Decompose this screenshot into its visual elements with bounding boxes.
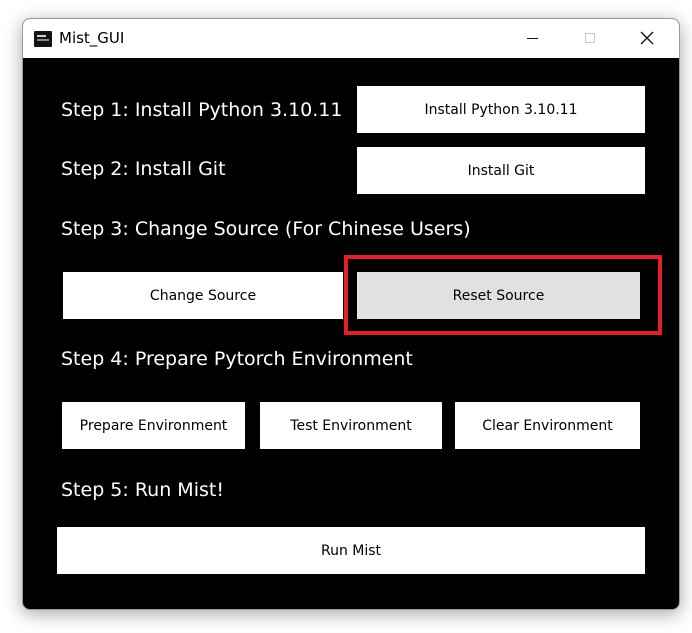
- reset-source-button[interactable]: Reset Source: [357, 272, 640, 319]
- step4-label: Step 4: Prepare Pytorch Environment: [61, 348, 413, 370]
- step5-label: Step 5: Run Mist!: [61, 479, 224, 501]
- clear-environment-button[interactable]: Clear Environment: [455, 402, 640, 449]
- install-git-button[interactable]: Install Git: [357, 147, 645, 194]
- step3-label: Step 3: Change Source (For Chinese Users…: [61, 218, 471, 240]
- app-icon: [34, 31, 52, 47]
- test-environment-button[interactable]: Test Environment: [260, 402, 442, 449]
- mist-gui-window: Mist_GUI Step 1: Install Python 3.10.11 …: [22, 18, 680, 610]
- run-mist-button[interactable]: Run Mist: [57, 527, 645, 574]
- step2-label: Step 2: Install Git: [61, 158, 226, 180]
- step1-label: Step 1: Install Python 3.10.11: [61, 99, 343, 121]
- title-bar[interactable]: Mist_GUI: [23, 19, 679, 58]
- close-button[interactable]: [619, 19, 677, 58]
- close-icon: [640, 31, 654, 45]
- window-title: Mist_GUI: [59, 29, 125, 47]
- minimize-button[interactable]: [503, 19, 561, 58]
- install-python-button[interactable]: Install Python 3.10.11: [357, 86, 645, 133]
- maximize-button[interactable]: [561, 19, 619, 58]
- change-source-button[interactable]: Change Source: [63, 272, 343, 319]
- prepare-environment-button[interactable]: Prepare Environment: [62, 402, 245, 449]
